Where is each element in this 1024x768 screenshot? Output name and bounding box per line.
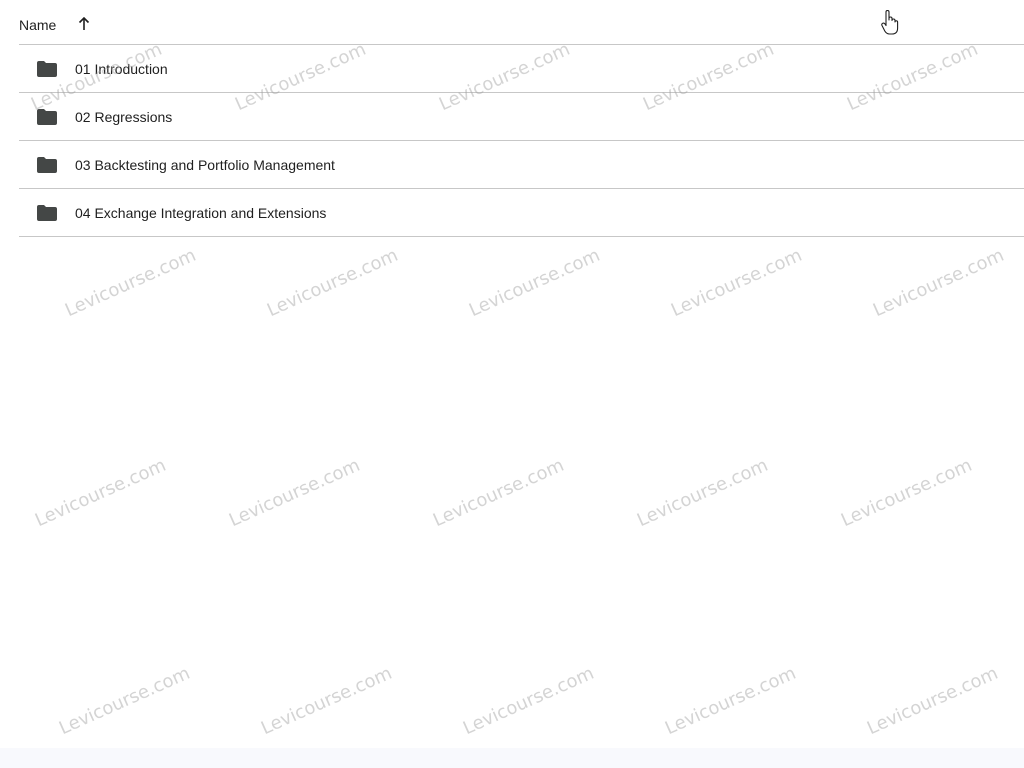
watermark-text: Levicourse.com xyxy=(838,454,976,532)
arrow-up-icon[interactable] xyxy=(76,16,92,32)
folder-label: 03 Backtesting and Portfolio Management xyxy=(75,156,335,173)
folder-row-03[interactable]: 03 Backtesting and Portfolio Management xyxy=(19,141,1024,189)
file-list: Name 01 Introduction 02 Regressions 03 B… xyxy=(19,0,1024,237)
folder-row-04[interactable]: 04 Exchange Integration and Extensions xyxy=(19,189,1024,237)
watermark-text: Levicourse.com xyxy=(226,454,364,532)
watermark-text: Levicourse.com xyxy=(32,454,170,532)
watermark-text: Levicourse.com xyxy=(56,662,194,740)
watermark-text: Levicourse.com xyxy=(466,244,604,322)
folder-icon xyxy=(37,156,57,173)
watermark-text: Levicourse.com xyxy=(460,662,598,740)
watermark-text: Levicourse.com xyxy=(668,244,806,322)
folder-row-02[interactable]: 02 Regressions xyxy=(19,93,1024,141)
name-column-header[interactable]: Name xyxy=(19,17,56,33)
watermark-text: Levicourse.com xyxy=(264,244,402,322)
watermark-text: Levicourse.com xyxy=(258,662,396,740)
watermark-text: Levicourse.com xyxy=(634,454,772,532)
watermark-text: Levicourse.com xyxy=(62,244,200,322)
folder-icon xyxy=(37,204,57,221)
folder-icon xyxy=(37,60,57,77)
drive-file-browser: Name 01 Introduction 02 Regressions 03 B… xyxy=(0,0,1024,768)
folder-label: 04 Exchange Integration and Extensions xyxy=(75,204,327,221)
watermark-text: Levicourse.com xyxy=(430,454,568,532)
folder-row-01[interactable]: 01 Introduction xyxy=(19,45,1024,93)
watermark-text: Levicourse.com xyxy=(864,662,1002,740)
watermark-text: Levicourse.com xyxy=(870,244,1008,322)
hand-pointer-icon xyxy=(881,9,899,36)
list-header: Name xyxy=(19,0,1024,45)
folder-label: 02 Regressions xyxy=(75,108,173,125)
footer-strip xyxy=(0,748,1024,768)
folder-icon xyxy=(37,108,57,125)
watermark-text: Levicourse.com xyxy=(662,662,800,740)
folder-label: 01 Introduction xyxy=(75,60,168,77)
